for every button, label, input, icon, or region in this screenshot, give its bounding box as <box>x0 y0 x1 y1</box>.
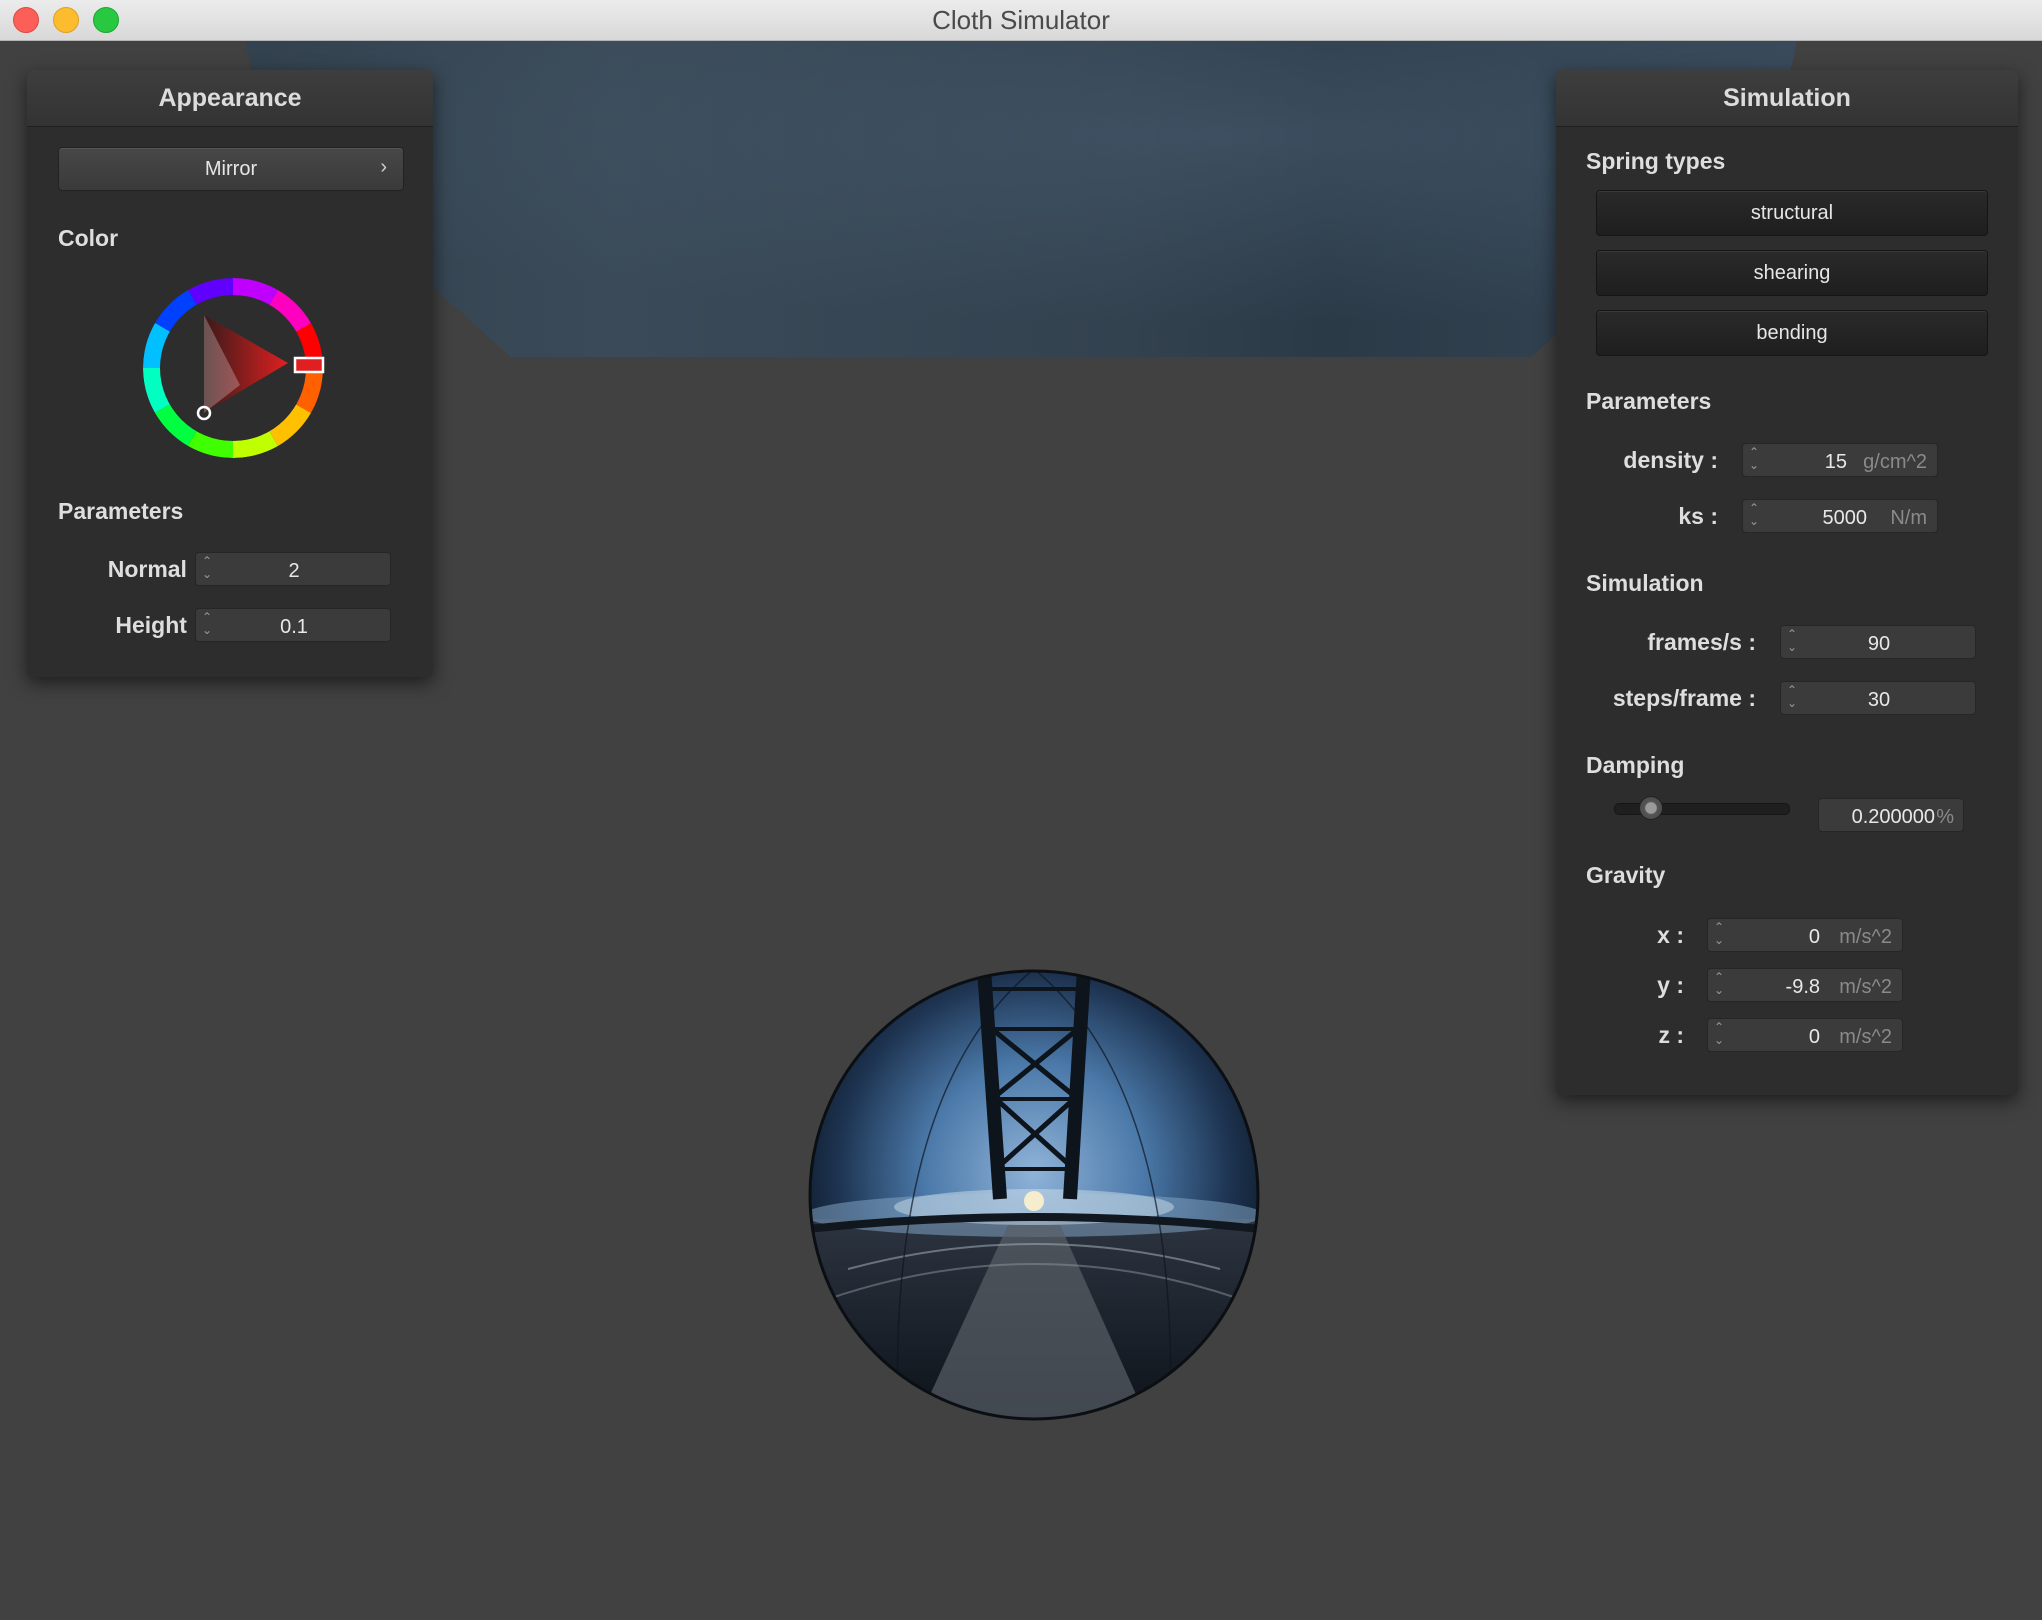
spinner-arrows-icon[interactable]: ⌃ ⌄ <box>1749 446 1759 472</box>
normal-value: 2 <box>288 560 300 582</box>
height-label: Height : <box>115 612 201 638</box>
spring-shearing-button[interactable]: shearing <box>1596 250 1988 296</box>
spinner-arrows-icon[interactable]: ⌃ ⌄ <box>1714 971 1724 997</box>
appearance-parameters-label: Parameters <box>58 498 184 524</box>
gravity-y-label: y : <box>1657 972 1684 998</box>
spring-types-label: Spring types <box>1586 148 1726 174</box>
steps-per-frame-label: steps/frame : <box>1612 685 1756 711</box>
spring-structural-button[interactable]: structural <box>1596 190 1988 236</box>
gravity-x-value: 0 <box>1808 926 1820 948</box>
spring-bending-button[interactable]: bending <box>1596 310 1988 356</box>
frames-per-second-input[interactable]: ⌃ ⌄ 90 <box>1780 625 1976 659</box>
simulation-section-label: Simulation <box>1586 570 1704 596</box>
gravity-x-input[interactable]: ⌃ ⌄ 0 m/s^2 <box>1707 918 1903 952</box>
mirror-sphere <box>808 969 1260 1421</box>
appearance-panel: Appearance Mirror › Color Parameters Nor… <box>27 70 433 677</box>
density-unit: g/cm^2 <box>1863 451 1927 473</box>
height-value: 0.1 <box>280 616 308 638</box>
damping-input[interactable]: 0.200000 % <box>1818 798 1964 832</box>
gravity-x-label: x : <box>1657 922 1684 948</box>
window-title: Cloth Simulator <box>932 5 1110 35</box>
spinner-arrows-icon[interactable]: ⌃ ⌄ <box>1714 1021 1724 1047</box>
normal-label: Normal : <box>107 556 201 582</box>
frames-per-second-label: frames/s : <box>1647 629 1756 655</box>
steps-per-frame-value: 30 <box>1867 689 1891 711</box>
shader-select-button[interactable]: Mirror › <box>58 147 404 191</box>
spinner-arrows-icon[interactable]: ⌃ ⌄ <box>1749 502 1759 528</box>
density-label: density : <box>1623 447 1718 473</box>
frames-per-second-value: 90 <box>1867 633 1891 655</box>
ks-value: 5000 <box>1822 507 1868 529</box>
damping-slider[interactable] <box>1614 796 1790 820</box>
damping-slider-handle[interactable] <box>1638 796 1663 820</box>
gravity-z-value: 0 <box>1808 1026 1820 1048</box>
appearance-panel-title: Appearance <box>27 70 433 127</box>
density-input[interactable]: ⌃ ⌄ 15 g/cm^2 <box>1742 443 1938 477</box>
gravity-y-input[interactable]: ⌃ ⌄ -9.8 m/s^2 <box>1707 968 1903 1002</box>
simulation-panel-title: Simulation <box>1556 70 2018 127</box>
color-section-label: Color <box>58 225 119 251</box>
shader-select-label: Mirror <box>204 158 258 180</box>
gravity-x-unit: m/s^2 <box>1839 926 1892 948</box>
gravity-label: Gravity <box>1586 862 1666 888</box>
damping-label: Damping <box>1586 752 1685 778</box>
steps-per-frame-input[interactable]: ⌃ ⌄ 30 <box>1780 681 1976 715</box>
chevron-right-icon: › <box>380 156 387 178</box>
ks-input[interactable]: ⌃ ⌄ 5000 N/m <box>1742 499 1938 533</box>
damping-value: 0.200000 <box>1851 806 1935 828</box>
gravity-z-label: z : <box>1658 1022 1684 1048</box>
simulation-panel: Simulation Spring types structural shear… <box>1556 70 2018 1095</box>
ks-label: ks : <box>1678 503 1718 529</box>
damping-unit: % <box>1936 806 1954 828</box>
spinner-arrows-icon[interactable]: ⌃ ⌄ <box>1714 921 1724 947</box>
gravity-y-value: -9.8 <box>1785 976 1820 998</box>
title-bar: Cloth Simulator <box>0 0 2042 41</box>
gravity-z-input[interactable]: ⌃ ⌄ 0 m/s^2 <box>1707 1018 1903 1052</box>
ks-unit: N/m <box>1890 507 1927 529</box>
density-value: 15 <box>1824 451 1847 473</box>
sim-parameters-label: Parameters <box>1586 388 1712 414</box>
gravity-y-unit: m/s^2 <box>1839 976 1892 998</box>
normal-input[interactable]: ⌃ ⌄ 2 <box>195 552 391 586</box>
gravity-z-unit: m/s^2 <box>1839 1026 1892 1048</box>
height-input[interactable]: ⌃ ⌄ 0.1 <box>195 608 391 642</box>
color-wheel[interactable] <box>140 275 326 461</box>
